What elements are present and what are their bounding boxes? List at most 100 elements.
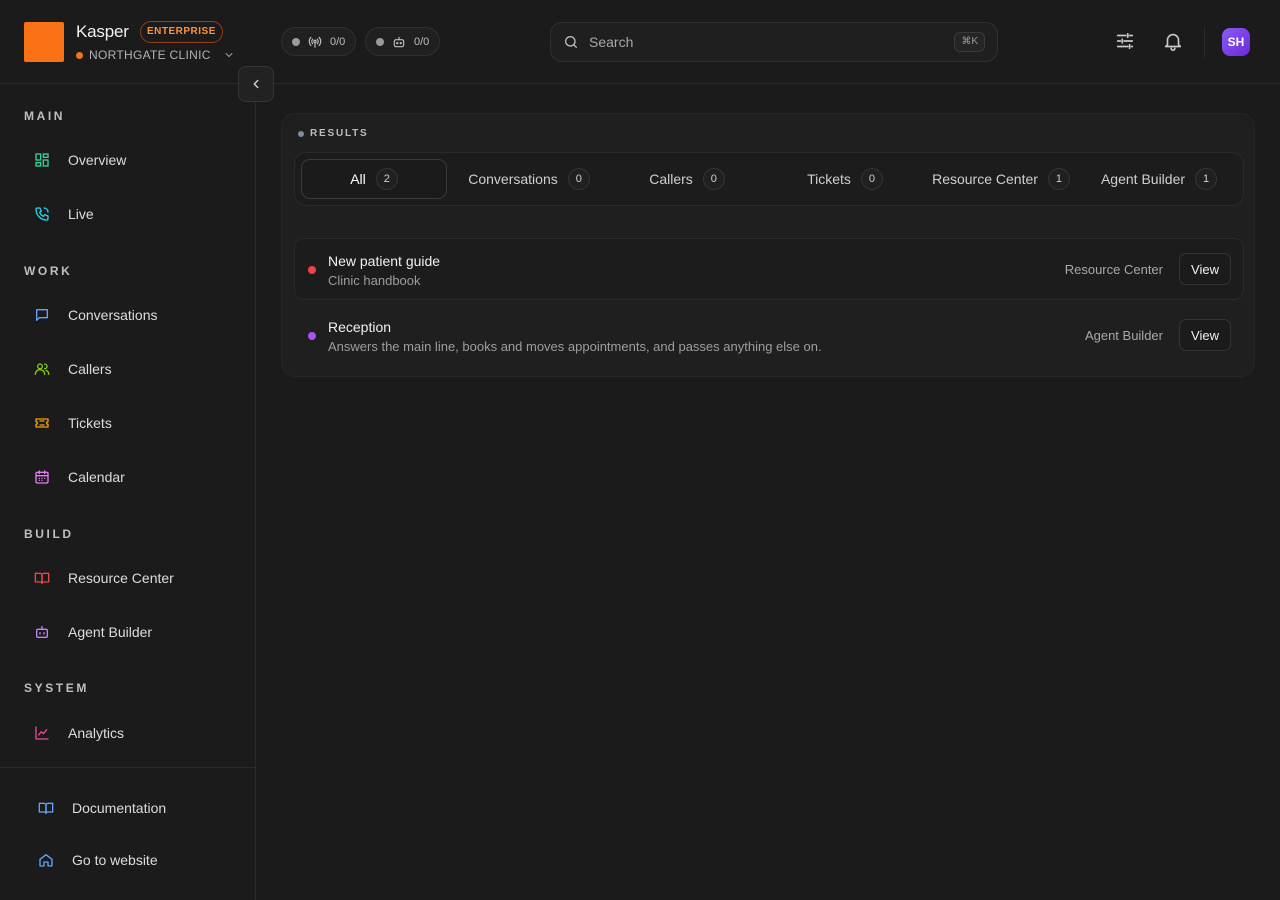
channel-status-value: 0/0 [330,35,346,48]
tab-count: 0 [860,168,883,190]
view-button[interactable]: View [1179,319,1231,351]
sliders-icon[interactable] [1114,30,1136,52]
sidebar-item-label: Live [68,206,94,222]
section-system: SYSTEM [24,681,89,695]
search-shortcut: ⌘K [954,32,985,52]
agent-status-pill[interactable]: 0/0 [365,27,441,56]
sidebar-item-website[interactable]: Go to website [28,840,236,880]
result-subtitle: Clinic handbook [328,273,421,288]
ticket-icon [35,418,49,428]
book-open-icon [38,802,54,814]
results-label: RESULTS [310,128,369,139]
search-input[interactable] [589,34,945,50]
book-icon [34,572,50,584]
message-icon [36,309,48,321]
chevron-down-icon [225,53,233,57]
sidebar-item-conversations[interactable]: Conversations [24,295,232,335]
dashboard-icon [35,153,49,167]
agent-status-value: 0/0 [414,35,430,48]
results-dot [298,130,304,137]
channel-status-pill[interactable]: 0/0 [281,27,357,56]
sidebar-item-live[interactable]: Live [24,194,232,234]
users-icon [34,363,50,375]
view-button[interactable]: View [1179,253,1231,285]
result-title: Reception [328,319,392,335]
sidebar-item-documentation[interactable]: Documentation [28,788,236,828]
result-source: Resource Center [1064,262,1163,277]
tab-count: 1 [1047,168,1070,190]
home-icon [39,854,53,867]
result-title: New patient guide [328,253,441,269]
sidebar-item-label: Callers [68,361,112,377]
tab-resource-center[interactable]: Resource Center 1 [925,159,1077,199]
result-item[interactable]: New patient guide Clinic handbook Resour… [294,238,1244,300]
top-bar: Kasper ENTERPRISE NORTHGATE CLINIC 0/0 0… [0,0,1280,84]
result-source: Agent Builder [1084,328,1163,343]
section-work: WORK [24,264,73,278]
tab-callers[interactable]: Callers 0 [611,159,763,199]
brand-logo[interactable] [24,22,64,62]
chart-icon [35,726,49,740]
tab-agent-builder[interactable]: Agent Builder 1 [1083,159,1235,199]
org-switcher[interactable]: NORTHGATE CLINIC [76,47,235,63]
result-type-dot [308,266,316,274]
tab-count: 0 [702,168,725,190]
results-panel: RESULTS All 2 Conversations 0 Callers 0 … [281,113,1255,377]
sidebar: MAIN Overview Live WORK Conversations Ca… [0,84,256,900]
tab-label: Agent Builder [1100,171,1186,187]
tab-tickets[interactable]: Tickets 0 [769,159,921,199]
bot-icon [393,36,405,47]
sidebar-divider [0,767,255,768]
sidebar-item-label: Analytics [68,725,125,741]
results-tabs: All 2 Conversations 0 Callers 0 Tickets … [294,152,1244,206]
sidebar-item-label: Conversations [68,307,158,323]
sidebar-item-calendar[interactable]: Calendar [24,457,232,497]
sidebar-item-label: Resource Center [68,570,174,586]
plan-badge: ENTERPRISE [140,21,223,43]
sidebar-item-callers[interactable]: Callers [24,349,232,389]
tab-label: All [350,171,366,187]
sidebar-item-tickets[interactable]: Tickets [24,403,232,443]
section-build: BUILD [24,527,74,541]
sidebar-item-agent-builder[interactable]: Agent Builder [24,612,232,652]
tab-all[interactable]: All 2 [301,159,447,199]
sidebar-item-analytics[interactable]: Analytics [24,713,232,753]
search-bar[interactable]: ⌘K [550,22,998,62]
tab-count: 2 [375,168,398,190]
chevron-left-icon [253,79,259,89]
bot-icon [36,626,48,638]
org-name: NORTHGATE CLINIC [89,48,211,62]
org-status-dot [76,51,83,59]
result-item[interactable]: Reception Answers the main line, books a… [294,304,1244,366]
calendar-icon [35,470,49,484]
sidebar-item-label: Calendar [68,469,125,485]
sidebar-item-label: Overview [68,152,127,168]
header-divider [1204,26,1205,58]
tab-label: Callers [649,171,693,187]
brand-name: Kasper [76,22,129,41]
bell-icon[interactable] [1162,30,1184,52]
result-subtitle: Answers the main line, books and moves a… [328,339,822,354]
sidebar-item-overview[interactable]: Overview [24,140,232,180]
tab-conversations[interactable]: Conversations 0 [453,159,605,199]
sidebar-item-label: Go to website [72,852,158,868]
search-icon [565,36,577,48]
antenna-icon [308,36,322,48]
tab-count: 1 [1195,168,1218,190]
status-dot [292,37,300,46]
sidebar-item-label: Agent Builder [68,624,153,640]
sidebar-collapse-button[interactable] [238,66,274,102]
tab-label: Conversations [468,171,558,187]
sidebar-item-label: Tickets [68,415,112,431]
sidebar-item-label: Documentation [72,800,167,816]
result-type-dot [308,332,316,340]
tab-count: 0 [567,168,590,190]
status-dot [376,37,384,46]
user-avatar[interactable]: SH [1222,28,1250,56]
sidebar-item-resource-center[interactable]: Resource Center [24,558,232,598]
tab-label: Tickets [807,171,851,187]
tab-label: Resource Center [932,171,1038,187]
phone-icon [35,207,49,221]
results-heading: RESULTS [298,128,369,139]
section-main: MAIN [24,109,66,123]
